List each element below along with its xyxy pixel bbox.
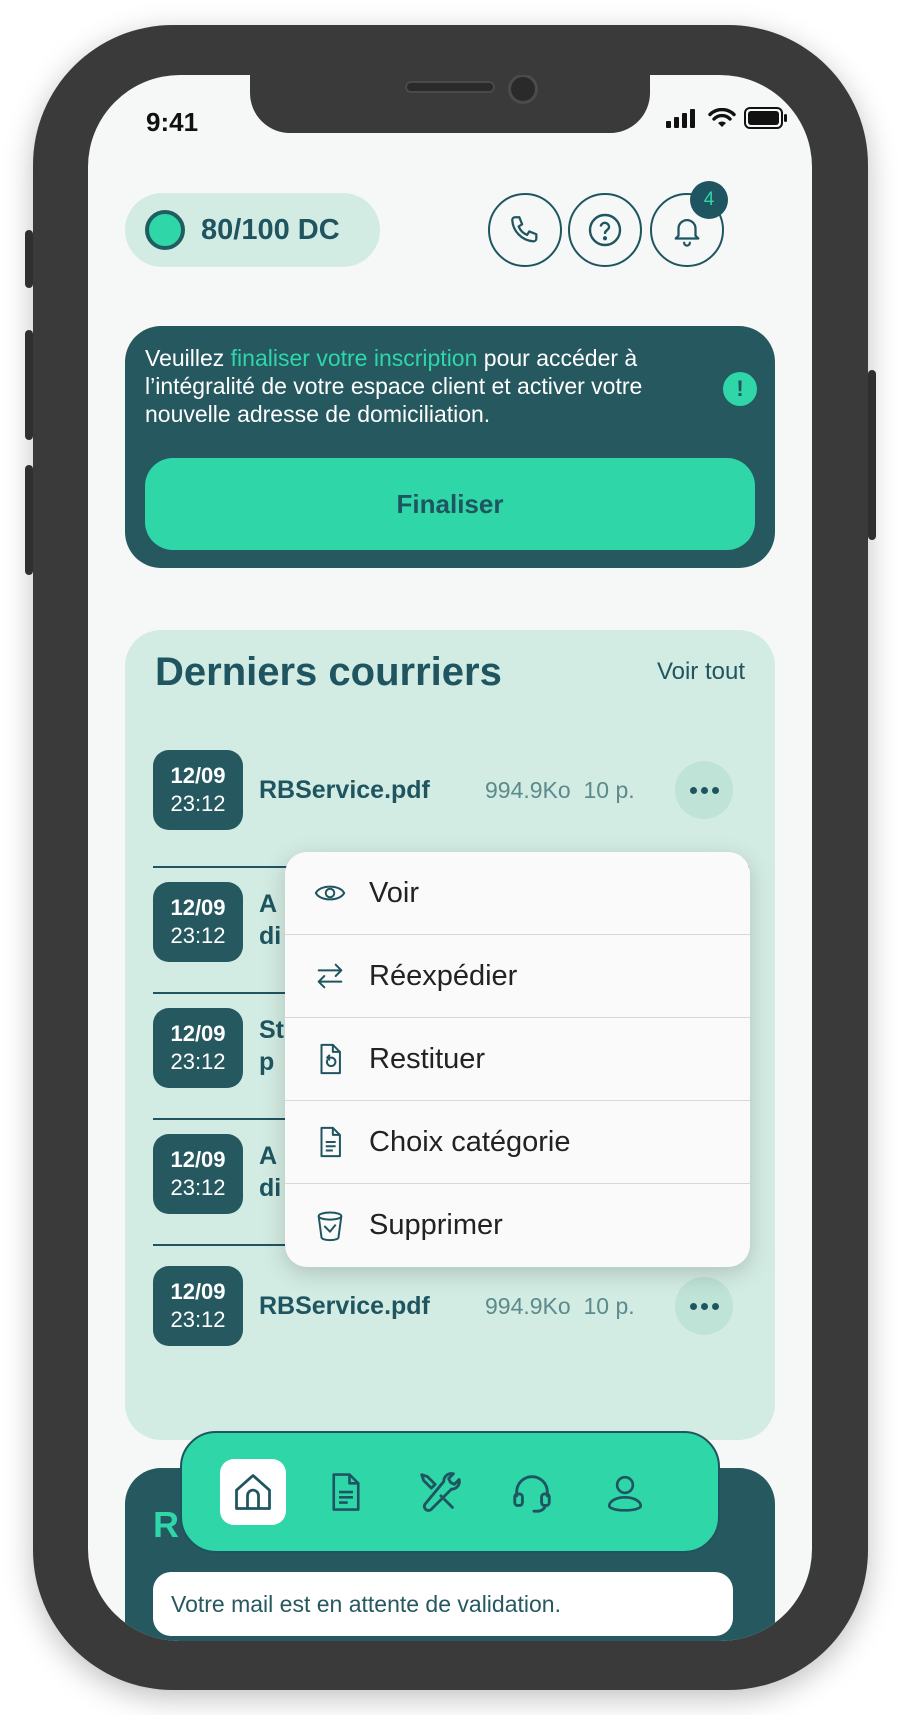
document-icon <box>332 1473 360 1511</box>
warning-icon: ! <box>723 372 757 406</box>
mail-time: 23:12 <box>170 791 226 816</box>
document-return-icon <box>320 1043 341 1075</box>
date-badge: 12/09 23:12 <box>153 882 243 962</box>
dot <box>711 1302 719 1310</box>
credit-status-dot <box>145 210 185 250</box>
file-name-line2: p <box>259 1048 275 1076</box>
finalize-button[interactable]: Finaliser <box>145 458 755 550</box>
menu-item-delete[interactable]: Supprimer <box>285 1184 750 1267</box>
menu-label: Voir <box>369 876 419 909</box>
mail-context-menu: Voir Réexpédier Restituer Choix catégori… <box>285 852 750 1267</box>
menu-label: Choix catégorie <box>369 1125 571 1158</box>
mail-date: 12/09 <box>170 763 226 788</box>
more-options-button[interactable] <box>675 761 733 819</box>
menu-item-view[interactable]: Voir <box>285 852 750 935</box>
dot <box>711 786 719 794</box>
date-badge: 12/09 23:12 <box>153 750 243 830</box>
bell-icon <box>674 219 700 247</box>
menu-item-return[interactable]: Restituer <box>285 1018 750 1101</box>
notification-badge: 4 <box>690 181 728 219</box>
file-size: 994.9Ko <box>485 1293 571 1319</box>
headset-icon <box>513 1475 551 1513</box>
file-name-line2: di <box>259 922 282 950</box>
date-badge: 12/09 23:12 <box>153 1008 243 1088</box>
phone-icon <box>511 216 538 243</box>
tab-tools[interactable] <box>406 1459 472 1525</box>
file-name-line2: di <box>259 1174 282 1202</box>
mail-time: 23:12 <box>170 923 226 948</box>
section-title: Derniers courriers <box>155 650 502 694</box>
mail-validation-message: Votre mail est en attente de validation. <box>153 1572 733 1636</box>
dot <box>700 1302 708 1310</box>
credits-label: 80/100 DC <box>201 213 340 246</box>
battery-icon <box>744 107 787 129</box>
notifications-button[interactable]: 4 <box>650 181 728 267</box>
tab-profile[interactable] <box>592 1459 658 1525</box>
menu-label: Restituer <box>369 1042 486 1075</box>
swap-arrows-icon <box>317 963 343 989</box>
menu-label: Réexpédier <box>369 959 518 992</box>
mail-date: 12/09 <box>170 1147 226 1172</box>
status-time: 9:41 <box>146 107 199 137</box>
alert-highlight-link[interactable]: finaliser votre inscription <box>231 345 478 371</box>
menu-item-forward[interactable]: Réexpédier <box>285 935 750 1018</box>
mute-switch <box>25 230 33 288</box>
signal-icon <box>666 109 695 128</box>
registration-alert: Veuillez finaliser votre inscription pou… <box>125 326 775 568</box>
mail-time: 23:12 <box>170 1175 226 1200</box>
file-name: RBService.pdf <box>259 1292 430 1320</box>
alert-text-before: Veuillez <box>145 345 231 371</box>
credits-pill[interactable]: 80/100 DC <box>125 193 380 267</box>
trash-icon <box>317 1211 343 1241</box>
call-button[interactable] <box>488 193 562 267</box>
menu-label: Supprimer <box>369 1209 503 1241</box>
dot <box>689 786 697 794</box>
tab-documents[interactable] <box>313 1459 379 1525</box>
mail-date: 12/09 <box>170 1021 226 1046</box>
file-name-line1: A <box>259 1142 278 1170</box>
power-button <box>868 370 876 540</box>
file-size: 994.9Ko <box>485 777 571 803</box>
file-meta: 994.9Ko 10 p. <box>485 1293 635 1320</box>
speaker <box>405 81 495 93</box>
tools-icon <box>420 1472 461 1512</box>
volume-up-button <box>25 330 33 440</box>
help-button[interactable] <box>568 193 642 267</box>
user-icon <box>607 1475 643 1512</box>
tab-support[interactable] <box>499 1459 565 1525</box>
wifi-icon <box>708 108 736 127</box>
volume-down-button <box>25 465 33 575</box>
alert-message: Veuillez finaliser votre inscription pou… <box>145 344 715 428</box>
camera <box>508 75 538 104</box>
date-badge: 12/09 23:12 <box>153 1134 243 1214</box>
mail-time: 23:12 <box>170 1307 226 1332</box>
dot <box>689 1302 697 1310</box>
card-heading: R <box>153 1504 179 1545</box>
notch <box>250 75 650 133</box>
mail-date: 12/09 <box>170 1279 226 1304</box>
bottom-tab-bar <box>180 1431 720 1553</box>
file-name: RBService.pdf <box>259 776 430 804</box>
menu-item-category[interactable]: Choix catégorie <box>285 1101 750 1184</box>
status-icons <box>666 107 788 129</box>
file-pages: 10 p. <box>583 1293 635 1319</box>
more-options-button[interactable] <box>675 1277 733 1335</box>
date-badge: 12/09 23:12 <box>153 1266 243 1346</box>
eye-icon <box>314 885 346 901</box>
see-all-link[interactable]: Voir tout <box>657 658 745 686</box>
help-icon <box>588 213 622 247</box>
dot <box>700 786 708 794</box>
document-icon <box>320 1126 341 1158</box>
mail-date: 12/09 <box>170 895 226 920</box>
mail-time: 23:12 <box>170 1049 226 1074</box>
file-pages: 10 p. <box>583 777 635 803</box>
tab-home[interactable] <box>220 1459 286 1525</box>
file-meta: 994.9Ko 10 p. <box>485 777 635 804</box>
mail-row[interactable]: 12/09 23:12 RBService.pdf 994.9Ko 10 p. <box>125 730 775 868</box>
file-name-line1: St <box>259 1016 284 1044</box>
home-icon <box>235 1474 271 1510</box>
file-name-line1: A <box>259 890 278 918</box>
